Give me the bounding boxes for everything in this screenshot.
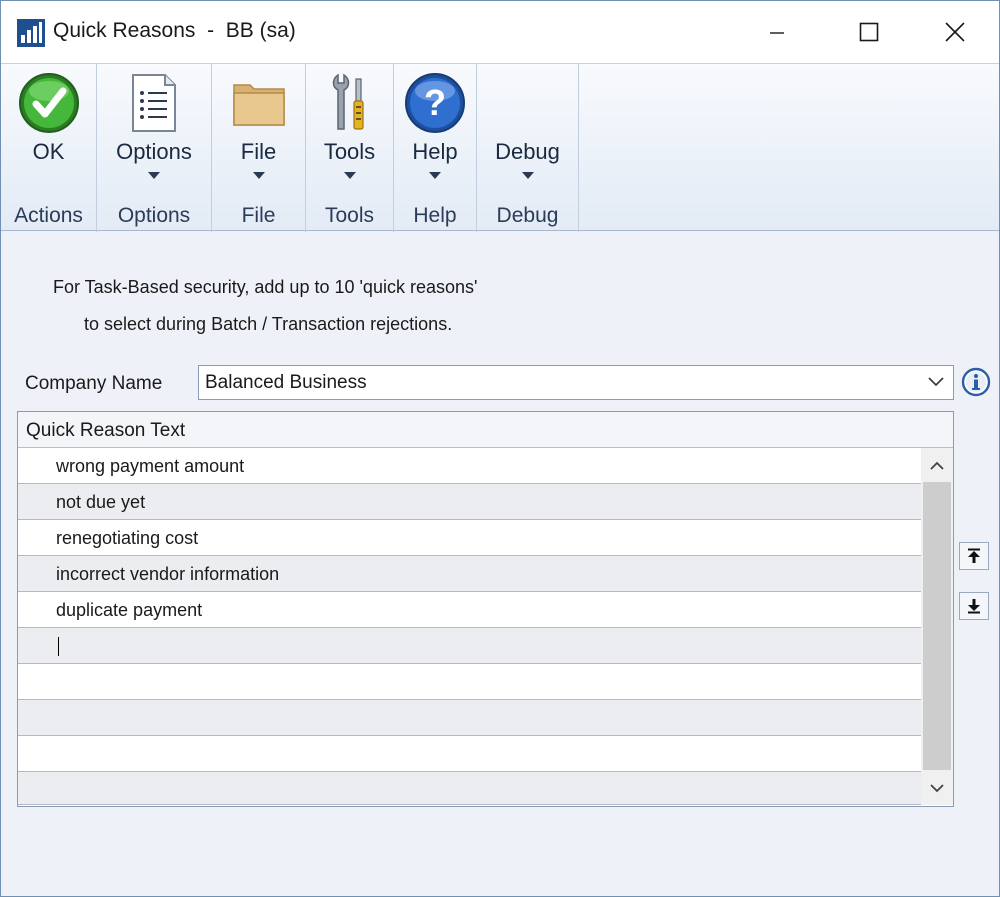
table-row[interactable]: renegotiating cost <box>18 520 921 556</box>
ribbon-group-label-tools: Tools <box>324 204 375 227</box>
table-row[interactable]: duplicate payment <box>18 592 921 628</box>
ribbon-group-label-actions: Actions <box>14 204 83 227</box>
close-button[interactable] <box>909 1 1000 63</box>
scroll-down-button[interactable] <box>921 771 953 805</box>
chevron-down-icon <box>521 172 534 179</box>
maximize-icon <box>859 22 879 42</box>
options-button[interactable]: Options <box>97 64 211 190</box>
table-row[interactable] <box>18 736 921 772</box>
ribbon-group-file: File File <box>212 64 306 232</box>
quick-reason-text: renegotiating cost <box>56 528 199 548</box>
ribbon-group-tools: Tools Tools <box>306 64 394 232</box>
company-name-label: Company Name <box>25 373 163 394</box>
info-icon[interactable] <box>961 367 991 397</box>
arrow-up-icon <box>968 548 980 563</box>
window-title-separator: - <box>207 19 215 42</box>
chevron-down-icon <box>930 783 944 792</box>
help-icon: ? <box>405 73 465 133</box>
ribbon-group-actions: OK Actions <box>1 64 97 232</box>
table-row[interactable] <box>18 664 921 700</box>
chevron-down-icon <box>343 172 356 179</box>
move-row-up-button[interactable] <box>959 542 989 570</box>
title-bar: Quick Reasons - BB (sa) <box>1 1 999 63</box>
chevron-down-icon <box>252 172 265 179</box>
quick-reason-text: wrong payment amount <box>56 456 245 476</box>
options-button-label: Options <box>116 139 192 164</box>
grid-body: wrong payment amount not due yet renegot… <box>18 448 921 805</box>
help-button[interactable]: ? Help <box>394 64 476 190</box>
chevron-down-icon <box>148 172 160 179</box>
ok-check-icon <box>18 73 79 133</box>
table-row-editing[interactable] <box>18 628 921 664</box>
table-row[interactable] <box>18 700 921 736</box>
folder-icon <box>232 84 285 126</box>
ok-button[interactable]: OK <box>1 64 96 190</box>
svg-text:?: ? <box>424 82 446 123</box>
ok-button-label: OK <box>32 139 65 164</box>
debug-button-label: Debug <box>495 139 560 164</box>
instruction-line-1: For Task-Based security, add up to 10 'q… <box>53 277 478 297</box>
grid-scrollbar[interactable] <box>921 448 953 805</box>
options-list-icon <box>132 74 176 132</box>
quick-reasons-window: Quick Reasons - BB (sa) OK Actions Optio… <box>0 0 1000 897</box>
chevron-down-icon <box>928 377 944 387</box>
minimize-button[interactable] <box>731 1 823 63</box>
move-row-down-button[interactable] <box>959 592 989 620</box>
table-row[interactable] <box>18 772 921 805</box>
window-app-name: Quick Reasons <box>53 19 196 42</box>
file-button-label: File <box>240 139 277 164</box>
quick-reason-text: not due yet <box>56 492 146 512</box>
tools-icon <box>332 73 364 130</box>
ribbon-group-label-options: Options <box>117 204 191 227</box>
help-button-label: Help <box>412 139 458 164</box>
ribbon-group-options: Options Options <box>97 64 212 232</box>
chevron-up-icon <box>930 461 944 470</box>
table-row[interactable]: wrong payment amount <box>18 448 921 484</box>
minimize-icon <box>770 32 784 34</box>
scroll-up-button[interactable] <box>921 448 953 482</box>
ribbon-group-label-file: File <box>241 204 276 227</box>
ribbon: OK Actions Options Options File File Too… <box>1 63 999 232</box>
quick-reason-text: duplicate payment <box>56 600 203 620</box>
ribbon-group-debug: Debug Debug <box>477 64 579 232</box>
tools-button-label: Tools <box>323 139 376 164</box>
close-icon <box>945 22 965 42</box>
quick-reason-grid: Quick Reason Text wrong payment amount n… <box>17 411 954 807</box>
ribbon-group-label-help: Help <box>413 204 457 227</box>
window-context: BB (sa) <box>225 19 296 42</box>
window-title: Quick Reasons - BB (sa) <box>53 19 296 43</box>
maximize-button[interactable] <box>823 1 915 63</box>
tools-button[interactable]: Tools <box>306 64 393 190</box>
table-row[interactable]: incorrect vendor information <box>18 556 921 592</box>
grid-header-label: Quick Reason Text <box>26 420 186 441</box>
file-button[interactable]: File <box>212 64 305 190</box>
table-row[interactable]: not due yet <box>18 484 921 520</box>
instruction-line-2: to select during Batch / Transaction rej… <box>84 314 453 334</box>
arrow-down-icon <box>968 599 980 614</box>
company-name-value: Balanced Business <box>205 372 367 393</box>
company-name-select[interactable]: Balanced Business <box>198 365 954 400</box>
ribbon-group-label-debug: Debug <box>496 204 559 227</box>
ribbon-group-help: ? Help Help <box>394 64 477 232</box>
text-cursor <box>58 637 59 656</box>
chevron-down-icon <box>429 172 441 179</box>
grid-header: Quick Reason Text <box>18 412 953 448</box>
scrollbar-thumb[interactable] <box>923 482 951 770</box>
app-logo-icon <box>17 19 45 47</box>
debug-button[interactable]: Debug <box>477 64 578 190</box>
quick-reason-text: incorrect vendor information <box>56 564 280 584</box>
